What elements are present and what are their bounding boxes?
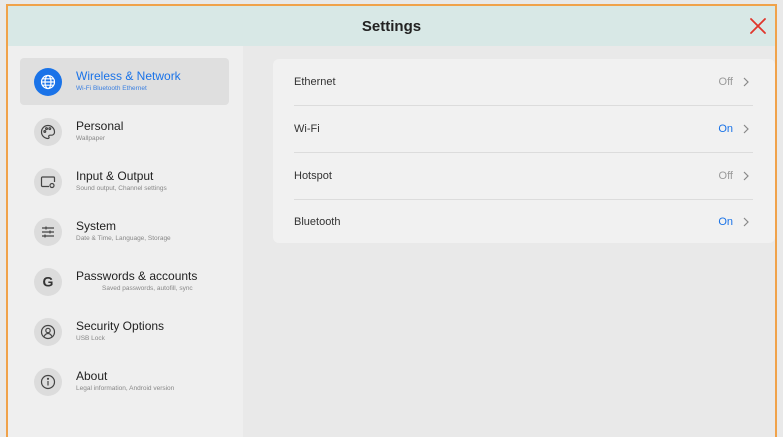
setting-row-ethernet[interactable]: Ethernet Off: [273, 59, 775, 105]
setting-status: On: [718, 123, 733, 135]
window-title: Settings: [361, 17, 422, 35]
setting-status: Off: [718, 76, 733, 88]
settings-window: Settings Wireless & Network Wi-Fi Blueto…: [6, 4, 777, 437]
input-source-icon: [34, 167, 62, 196]
chevron-right-icon: [743, 216, 753, 228]
title-bar: Settings: [8, 6, 775, 46]
sidebar: Wireless & Network Wi-Fi Bluetooth Ether…: [8, 46, 243, 437]
sidebar-item-sublabel: USB Lock: [76, 335, 105, 342]
close-icon[interactable]: [747, 15, 769, 37]
chevron-right-icon: [743, 170, 753, 182]
chevron-right-icon: [743, 76, 753, 88]
sidebar-item-sublabel: Sound output, Channel settings: [76, 185, 167, 192]
palette-icon: [34, 117, 62, 146]
setting-status: On: [718, 216, 733, 228]
svg-text:G: G: [43, 274, 54, 290]
google-icon: G: [34, 267, 62, 296]
sidebar-item-label: Security Options: [76, 319, 165, 333]
sidebar-item-passwords-accounts[interactable]: G Passwords & accounts Saved passwords, …: [20, 258, 229, 305]
chevron-right-icon: [743, 123, 753, 135]
setting-row-bluetooth[interactable]: Bluetooth On: [273, 199, 775, 245]
sidebar-item-label: About: [76, 369, 108, 383]
sidebar-item-sublabel: Date & Time, Language, Storage: [76, 235, 171, 242]
sidebar-item-wireless-network[interactable]: Wireless & Network Wi-Fi Bluetooth Ether…: [20, 58, 229, 105]
setting-label: Bluetooth: [294, 216, 341, 228]
sidebar-item-system[interactable]: System Date & Time, Language, Storage: [20, 208, 229, 255]
setting-label: Hotspot: [294, 170, 332, 182]
sidebar-item-personal[interactable]: Personal Wallpaper: [20, 108, 229, 155]
sliders-icon: [34, 217, 62, 246]
sidebar-item-label: Wireless & Network: [76, 69, 181, 83]
sidebar-item-label: Passwords & accounts: [76, 269, 198, 283]
security-icon: [34, 317, 62, 346]
sidebar-item-about[interactable]: About Legal information, Android version: [20, 358, 229, 405]
setting-label: Ethernet: [294, 76, 336, 88]
sidebar-item-sublabel: Legal information, Android version: [76, 385, 175, 392]
sidebar-item-label: System: [76, 219, 117, 233]
setting-row-wifi[interactable]: Wi-Fi On: [273, 106, 775, 152]
sidebar-item-input-output[interactable]: Input & Output Sound output, Channel set…: [20, 158, 229, 205]
sidebar-item-sublabel: Wi-Fi Bluetooth Ethernet: [76, 85, 147, 92]
globe-icon: [34, 67, 62, 96]
sidebar-item-sublabel: Saved passwords, autofill, sync: [102, 285, 193, 292]
network-settings-panel: Ethernet Off Wi-Fi On Hotspot Off Blueto…: [273, 59, 775, 243]
setting-label: Wi-Fi: [294, 123, 320, 135]
sidebar-item-security-options[interactable]: Security Options USB Lock: [20, 308, 229, 355]
sidebar-item-label: Input & Output: [76, 169, 154, 183]
setting-row-hotspot[interactable]: Hotspot Off: [273, 153, 775, 199]
info-icon: [34, 367, 62, 396]
sidebar-item-sublabel: Wallpaper: [76, 135, 106, 142]
sidebar-item-label: Personal: [76, 119, 124, 133]
setting-status: Off: [718, 170, 733, 182]
